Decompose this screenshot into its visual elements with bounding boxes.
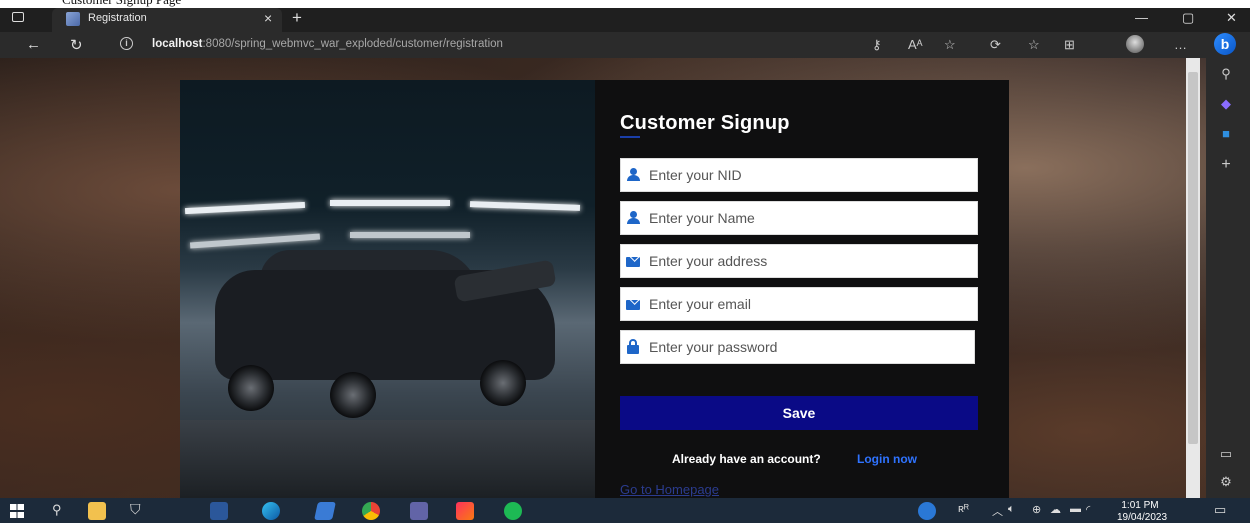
home-link[interactable]: Go to Homepage	[620, 482, 719, 497]
clock-time[interactable]: 1:01 PM	[1112, 500, 1168, 511]
restore-icon[interactable]: ▢	[1182, 10, 1194, 26]
windows-taskbar	[0, 498, 1250, 523]
edge-sidebar	[1206, 58, 1250, 498]
caption-text: Customer Signup Page	[62, 0, 181, 8]
person-icon	[626, 167, 640, 183]
email-field[interactable]	[620, 287, 978, 321]
url-host: localhost	[152, 38, 203, 50]
volume-icon[interactable]: 🔈︎	[1008, 503, 1015, 516]
clock-date[interactable]: 19/04/2023	[1112, 512, 1172, 523]
onedrive-icon[interactable]: ☁	[1050, 503, 1061, 516]
car-wheel	[480, 360, 526, 406]
tab-favicon-icon	[66, 12, 80, 26]
notification-icon[interactable]: ▭	[1214, 502, 1226, 518]
password-input[interactable]	[649, 331, 969, 363]
title-underline	[620, 136, 640, 138]
name-field[interactable]	[620, 201, 978, 235]
site-info-icon[interactable]: i	[120, 37, 133, 50]
account-prompt: Already have an account?	[672, 452, 821, 466]
nid-input[interactable]	[649, 159, 969, 191]
sidebar-settings-icon[interactable]: ⚙	[1218, 474, 1234, 490]
refresh-icon[interactable]: ↻	[70, 36, 83, 54]
key-icon[interactable]: ⚷	[872, 37, 882, 53]
edge-taskbar-icon[interactable]	[262, 502, 280, 520]
lock-icon	[626, 339, 640, 355]
intellij-icon[interactable]	[456, 502, 474, 520]
favorites-icon[interactable]: ☆	[1028, 37, 1040, 53]
car-wheel	[330, 372, 376, 418]
address-field[interactable]	[620, 244, 978, 278]
form-title: Customer Signup	[620, 112, 790, 134]
taskbar-search-icon[interactable]: ⚲	[52, 502, 62, 518]
ceiling-light	[330, 200, 450, 206]
url-field[interactable]: localhost:8080/spring_webmvc_war_explode…	[152, 38, 503, 50]
favorite-add-icon[interactable]: ☆	[944, 37, 956, 53]
nid-field[interactable]	[620, 158, 978, 192]
profile-avatar[interactable]	[1126, 35, 1144, 53]
word-icon[interactable]	[210, 502, 228, 520]
tab-actions-icon[interactable]	[12, 12, 24, 22]
show-hidden-icons[interactable]: ︿	[992, 503, 1003, 519]
ceiling-light	[350, 232, 470, 238]
start-icon[interactable]	[10, 504, 24, 518]
visual-studio-icon[interactable]	[314, 502, 336, 520]
mail-icon	[626, 300, 640, 310]
copilot-icon[interactable]: ◆	[1218, 96, 1234, 112]
battery-icon[interactable]: ▬	[1070, 503, 1081, 515]
spotify-icon[interactable]	[504, 502, 522, 520]
wifi-icon[interactable]: ◜	[1086, 503, 1090, 516]
minimize-icon[interactable]: —	[1135, 10, 1148, 25]
tab-registration[interactable]	[52, 8, 282, 32]
password-field[interactable]	[620, 330, 975, 364]
people-icon[interactable]: ʀᴿ	[958, 503, 969, 515]
extensions-icon[interactable]: ⟳	[990, 37, 1001, 53]
store-icon[interactable]: ⛉	[130, 501, 141, 518]
tab-close-icon[interactable]: ×	[264, 10, 272, 26]
more-menu-icon[interactable]: …	[1174, 37, 1187, 52]
sidebar-toggle-icon[interactable]: ▭	[1218, 446, 1234, 462]
outlook-icon[interactable]: ■	[1218, 126, 1234, 141]
new-tab-icon[interactable]: +	[292, 8, 302, 28]
add-sidebar-app-icon[interactable]: +	[1218, 156, 1234, 174]
save-button[interactable]: Save	[620, 396, 978, 430]
name-input[interactable]	[649, 202, 969, 234]
login-link[interactable]: Login now	[857, 452, 917, 466]
read-aloud-icon[interactable]: Aᴬ	[908, 37, 923, 52]
garage-floor	[180, 420, 595, 498]
collections-icon[interactable]: ⊞	[1064, 37, 1075, 53]
address-input[interactable]	[649, 245, 969, 277]
network-icon[interactable]: ⊕	[1032, 503, 1041, 516]
mail-icon	[626, 257, 640, 267]
file-explorer-icon[interactable]	[88, 502, 106, 520]
scrollbar-thumb[interactable]	[1188, 72, 1198, 444]
email-input[interactable]	[649, 288, 969, 320]
bing-chat-icon[interactable]: b	[1214, 33, 1236, 55]
car-wheel	[228, 365, 274, 411]
help-icon[interactable]	[918, 502, 936, 520]
teams-icon[interactable]	[410, 502, 428, 520]
person-icon	[626, 210, 640, 226]
url-path: :8080/spring_webmvc_war_exploded/custome…	[202, 38, 503, 50]
close-window-icon[interactable]: ✕	[1226, 10, 1237, 26]
back-icon[interactable]: ←	[26, 36, 41, 53]
tab-title: Registration	[88, 12, 147, 24]
document-caption: Customer Signup Page	[0, 0, 1250, 8]
search-icon[interactable]: ⚲	[1218, 66, 1234, 82]
chrome-icon[interactable]	[362, 502, 380, 520]
